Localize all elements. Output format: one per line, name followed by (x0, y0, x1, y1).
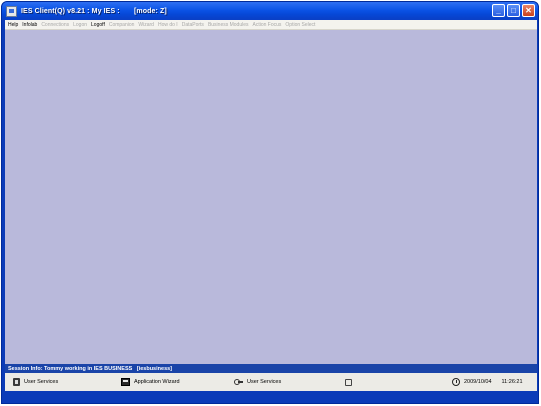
misc-icon (345, 378, 352, 386)
window-bottom-frame (2, 391, 538, 403)
menu-help[interactable]: Help (8, 22, 18, 28)
close-icon: ✕ (525, 5, 532, 15)
status-user-services-2-label: User Services (247, 379, 282, 385)
menu-bar: Help Infolab Connections Logon Logoff Co… (5, 20, 537, 30)
app-icon[interactable] (6, 5, 17, 17)
status-date: 2009/10/04 (464, 379, 492, 385)
menu-logoff[interactable]: Logoff (91, 22, 105, 28)
menu-infolab[interactable]: Infolab (22, 22, 37, 28)
status-application-wizard[interactable]: Application Wizard (121, 373, 180, 391)
menu-action-focus[interactable]: Action Focus (253, 22, 282, 28)
key-icon (234, 378, 243, 386)
user-services-icon (13, 378, 20, 386)
menu-option-select[interactable]: Option Select (285, 22, 315, 28)
session-info-text: Session Info: Tommy working in IES BUSIN… (8, 365, 173, 372)
status-time: 11:26:21 (501, 379, 523, 385)
window-title: IES Client(Q) v8.21 : My IES : [mode: Z] (21, 7, 167, 15)
maximize-button[interactable]: □ (507, 4, 520, 17)
menu-how-do-i[interactable]: How do I (158, 22, 178, 28)
workspace-area (5, 30, 537, 364)
window-controls: _ □ ✕ (492, 4, 535, 17)
minimize-button[interactable]: _ (492, 4, 505, 17)
menu-logon[interactable]: Logon (73, 22, 87, 28)
application-window: IES Client(Q) v8.21 : My IES : [mode: Z]… (1, 1, 539, 404)
menu-business-modules[interactable]: Business Modules (208, 22, 249, 28)
clock-icon (452, 378, 460, 386)
menu-wizard[interactable]: Wizard (138, 22, 154, 28)
status-user-services-2[interactable]: User Services (234, 373, 281, 391)
status-misc[interactable] (345, 373, 356, 391)
title-bar[interactable]: IES Client(Q) v8.21 : My IES : [mode: Z]… (2, 2, 538, 20)
minimize-icon: _ (496, 5, 501, 15)
status-datetime: 2009/10/04 11:26:21 (452, 373, 523, 391)
status-application-wizard-label: Application Wizard (134, 379, 180, 385)
status-user-services[interactable]: User Services (13, 373, 58, 391)
status-user-services-label: User Services (24, 379, 59, 385)
maximize-icon: □ (511, 5, 516, 15)
menu-companion[interactable]: Companion (109, 22, 135, 28)
status-bar: User Services Application Wizard User Se… (5, 373, 537, 391)
menu-dataports[interactable]: DataPorts (182, 22, 204, 28)
close-button[interactable]: ✕ (522, 4, 535, 17)
wizard-icon (121, 378, 130, 386)
session-info-bar: Session Info: Tommy working in IES BUSIN… (5, 364, 537, 373)
menu-connections[interactable]: Connections (41, 22, 69, 28)
